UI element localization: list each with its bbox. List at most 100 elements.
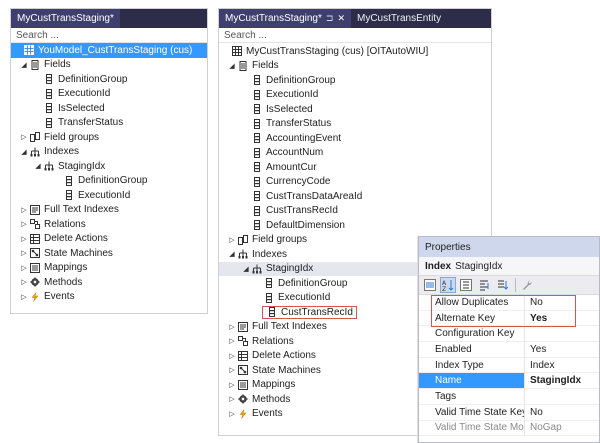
prop-row-index-type[interactable]: Index Type Index	[419, 357, 599, 374]
tree-field-item[interactable]: ExecutionId	[11, 87, 207, 102]
tree-index-field[interactable]: ExecutionId	[11, 188, 207, 203]
prop-value[interactable]: Yes	[525, 311, 599, 327]
prop-row-name[interactable]: Name StagingIdx	[419, 373, 599, 390]
tree-node-fields[interactable]: ◢ Fields	[11, 58, 207, 73]
collapsed-arrow-icon[interactable]: ▷	[227, 337, 237, 345]
tree-index-node[interactable]: ◢ StagingIdx	[11, 159, 207, 174]
prop-name: Valid Time State Mode	[419, 420, 525, 437]
collapsed-arrow-icon[interactable]: ▷	[19, 206, 29, 214]
tree-field-item[interactable]: AccountingEvent	[219, 131, 491, 146]
tree-field-item[interactable]: IsSelected	[11, 101, 207, 116]
pin-icon[interactable]: ⊐	[326, 13, 334, 24]
prop-name: Valid Time State Key	[419, 404, 525, 421]
collapsed-arrow-icon[interactable]: ▷	[227, 352, 237, 360]
alphabetical-icon[interactable]: AZ	[440, 277, 456, 293]
tree-field-item[interactable]: CustTransRecId	[219, 204, 491, 219]
search-input[interactable]: Search ...	[11, 28, 207, 43]
collapsed-arrow-icon[interactable]: ▷	[227, 236, 237, 244]
expanded-arrow-icon[interactable]: ◢	[19, 61, 29, 69]
field-label: TransferStatus	[58, 117, 124, 129]
tree-node-field-groups[interactable]: ▷ Field groups	[11, 130, 207, 145]
prop-value[interactable]: No	[525, 405, 599, 421]
prop-value[interactable]	[525, 326, 599, 343]
tree-node-fields[interactable]: ◢ Fields	[219, 59, 491, 74]
full-text-index-icon	[30, 204, 40, 215]
prop-row-allow-duplicates[interactable]: Allow Duplicates No	[419, 295, 599, 311]
collapsed-arrow-icon[interactable]: ▷	[227, 395, 237, 403]
field-icon	[267, 307, 277, 318]
tree-field-item[interactable]: DefaultDimension	[219, 218, 491, 233]
collapsed-arrow-icon[interactable]: ▷	[19, 249, 29, 257]
field-icon	[252, 89, 262, 100]
prop-row-tags[interactable]: Tags	[419, 389, 599, 405]
tree-node-delete-actions[interactable]: ▷ Delete Actions	[11, 232, 207, 247]
field-icon	[44, 74, 54, 85]
field-icon	[64, 175, 74, 186]
tree-field-item[interactable]: AccountNum	[219, 146, 491, 161]
tree-field-item[interactable]: AmountCur	[219, 160, 491, 175]
tree-node-mappings[interactable]: ▷ Mappings	[11, 261, 207, 276]
collapsed-arrow-icon[interactable]: ▷	[227, 410, 237, 418]
close-icon[interactable]: ✕	[337, 13, 345, 24]
collapsed-arrow-icon[interactable]: ▷	[19, 293, 29, 301]
properties-view-icon[interactable]	[458, 277, 474, 293]
tree-root[interactable]: YouModel_CustTransStaging (cus)	[11, 43, 207, 58]
collapsed-arrow-icon[interactable]: ▷	[19, 264, 29, 272]
prop-value[interactable]	[525, 389, 599, 405]
tab-label: MyCustTransStaging*	[225, 13, 322, 24]
tab-mycusttransstaging[interactable]: MyCustTransStaging*	[11, 9, 120, 28]
prop-value[interactable]: StagingIdx	[525, 373, 599, 390]
prop-row-valid-time-state-key[interactable]: Valid Time State Key No	[419, 404, 599, 421]
tree-field-item[interactable]: CurrencyCode	[219, 175, 491, 190]
tree-node-full-text-indexes[interactable]: ▷ Full Text Indexes	[11, 203, 207, 218]
lightning-icon	[30, 292, 40, 302]
categorized-icon[interactable]	[422, 277, 438, 293]
wrench-icon[interactable]	[519, 277, 535, 293]
index-icon	[30, 147, 40, 157]
tree-field-item[interactable]: CustTransDataAreaId	[219, 189, 491, 204]
properties-object-selector[interactable]: Index StagingIdx	[419, 257, 599, 275]
expanded-arrow-icon[interactable]: ◢	[227, 250, 237, 258]
tree-root-label: YouModel_CustTransStaging (cus)	[38, 44, 193, 56]
collapsed-arrow-icon[interactable]: ▷	[19, 235, 29, 243]
tree-node-relations[interactable]: ▷ Relations	[11, 217, 207, 232]
prop-row-valid-time-state-mode[interactable]: Valid Time State Mode NoGap	[419, 420, 599, 437]
prop-row-enabled[interactable]: Enabled Yes	[419, 342, 599, 358]
expanded-arrow-icon[interactable]: ◢	[241, 265, 251, 273]
prop-value[interactable]: NoGap	[525, 421, 599, 437]
tree-index-field[interactable]: DefinitionGroup	[11, 174, 207, 189]
tree-field-item[interactable]: TransferStatus	[11, 116, 207, 131]
collapsed-arrow-icon[interactable]: ▷	[227, 323, 237, 331]
tree-node-indexes[interactable]: ◢ Indexes	[11, 145, 207, 160]
tree-root[interactable]: MyCustTransStaging (cus) [OITAutoWIU]	[219, 44, 491, 59]
tree-field-item[interactable]: ExecutionId	[219, 88, 491, 103]
tree-field-item[interactable]: DefinitionGroup	[219, 73, 491, 88]
field-label: AccountNum	[266, 147, 324, 159]
prop-value[interactable]: Yes	[525, 342, 599, 358]
tree-field-item[interactable]: DefinitionGroup	[11, 72, 207, 87]
expanded-arrow-icon[interactable]: ◢	[227, 62, 237, 70]
collapsed-arrow-icon[interactable]: ▷	[19, 220, 29, 228]
field-icon	[44, 117, 54, 128]
tree-node-state-machines[interactable]: ▷ State Machines	[11, 246, 207, 261]
collapsed-arrow-icon[interactable]: ▷	[227, 366, 237, 374]
tree-node-events[interactable]: ▷ Events	[11, 290, 207, 305]
prop-row-alternate-key[interactable]: Alternate Key Yes	[419, 310, 599, 327]
tree-node-methods[interactable]: ▷ Methods	[11, 275, 207, 290]
prop-value[interactable]: No	[525, 295, 599, 311]
expanded-arrow-icon[interactable]: ◢	[33, 162, 43, 170]
collapsed-arrow-icon[interactable]: ▷	[19, 278, 29, 286]
field-icon	[252, 75, 262, 86]
prop-value[interactable]: Index	[525, 358, 599, 374]
tree-field-item[interactable]: IsSelected	[219, 102, 491, 117]
tree-field-item[interactable]: TransferStatus	[219, 117, 491, 132]
sort-icon[interactable]	[494, 277, 510, 293]
tab-mycusttransentity[interactable]: MyCustTransEntity	[351, 9, 447, 28]
search-input[interactable]: Search ...	[219, 28, 491, 43]
collapsed-arrow-icon[interactable]: ▷	[19, 133, 29, 141]
collapsed-arrow-icon[interactable]: ▷	[227, 381, 237, 389]
tab-mycusttransstaging[interactable]: MyCustTransStaging* ⊐ ✕	[219, 9, 351, 28]
events-view-icon[interactable]	[476, 277, 492, 293]
expanded-arrow-icon[interactable]: ◢	[19, 148, 29, 156]
prop-row-configuration-key[interactable]: Configuration Key	[419, 326, 599, 343]
